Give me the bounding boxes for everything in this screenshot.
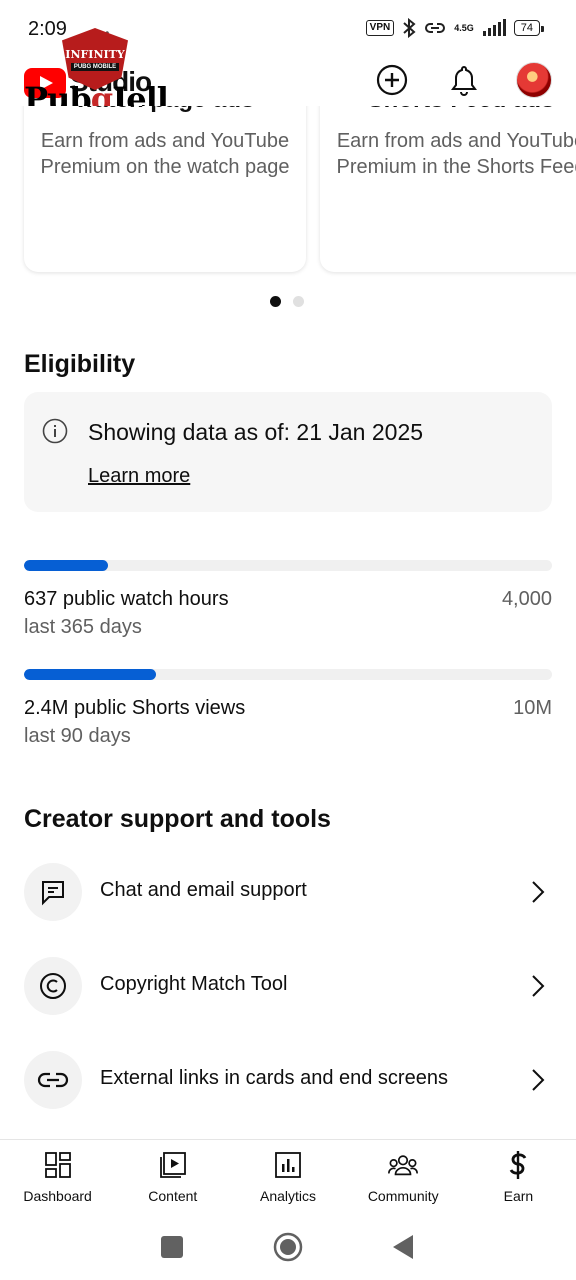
shorts-views-period: last 90 days bbox=[24, 725, 131, 747]
copyright-tool-row[interactable]: Copyright Match Tool bbox=[0, 947, 576, 1027]
studio-logo[interactable]: Studio PubgJell INFINITY PUBG MOBILE bbox=[24, 28, 169, 118]
nav-label: Community bbox=[367, 1188, 439, 1204]
watch-hours-label: 637 public watch hours bbox=[24, 588, 229, 610]
data-as-of-text: Showing data as of: 21 Jan 2025 bbox=[88, 419, 424, 445]
content-icon bbox=[159, 1152, 186, 1178]
tools-title: Creator support and tools bbox=[24, 805, 331, 833]
learn-more-link[interactable]: Learn more bbox=[88, 465, 190, 488]
eligibility-info-box: Showing data as of: 21 Jan 2025 Learn mo… bbox=[24, 392, 552, 512]
earn-icon bbox=[510, 1151, 527, 1179]
notifications-button[interactable] bbox=[446, 62, 482, 98]
back-icon[interactable] bbox=[393, 1234, 415, 1259]
bluetooth-icon bbox=[403, 18, 416, 38]
nav-label: Content bbox=[148, 1188, 198, 1204]
card-description: Earn from ads and YouTube Premium in the… bbox=[336, 130, 576, 178]
analytics-icon bbox=[275, 1152, 301, 1178]
carousel-dot[interactable] bbox=[293, 296, 304, 307]
nav-content[interactable]: Content bbox=[115, 1140, 230, 1213]
app-header: Studio PubgJell INFINITY PUBG MOBILE bbox=[0, 28, 576, 118]
card-title: Shorts Feed ads bbox=[320, 106, 576, 114]
info-icon bbox=[42, 418, 68, 444]
shorts-views-target: 10M bbox=[513, 697, 552, 719]
bottom-navigation: Dashboard Content Analytics Community Ea… bbox=[0, 1139, 576, 1213]
carousel-card[interactable]: watch page ads Earn from ads and YouTube… bbox=[24, 106, 306, 272]
shorts-views-progress-fill bbox=[24, 669, 156, 680]
tool-label: Chat and email support bbox=[100, 879, 307, 901]
system-navigation bbox=[0, 1213, 576, 1280]
recent-apps-icon[interactable] bbox=[161, 1235, 183, 1258]
network-type: 4.5G bbox=[454, 22, 474, 33]
watch-hours-progress-fill bbox=[24, 560, 109, 571]
copyright-icon bbox=[40, 973, 66, 999]
avatar[interactable] bbox=[516, 62, 552, 98]
watch-hours-period: last 365 days bbox=[24, 616, 142, 638]
battery-icon: 74 bbox=[513, 20, 545, 36]
vpn-icon: VPN bbox=[365, 20, 395, 36]
chevron-right-icon bbox=[532, 1069, 545, 1091]
home-icon[interactable] bbox=[273, 1232, 303, 1262]
shorts-views-label: 2.4M public Shorts views bbox=[24, 697, 246, 719]
carousel-card[interactable]: Shorts Feed ads Earn from ads and YouTub… bbox=[320, 106, 576, 272]
external-links-row[interactable]: External links in cards and end screens bbox=[0, 1041, 576, 1121]
chat-support-row[interactable]: Chat and email support bbox=[0, 853, 576, 933]
tool-label: External links in cards and end screens bbox=[100, 1067, 448, 1089]
card-description: Earn from ads and YouTube Premium on the… bbox=[40, 130, 290, 178]
nav-label: Analytics bbox=[259, 1188, 317, 1204]
nav-community[interactable]: Community bbox=[346, 1140, 461, 1213]
community-icon bbox=[388, 1155, 419, 1176]
link-status-icon bbox=[425, 23, 446, 33]
eligibility-title: Eligibility bbox=[24, 350, 136, 378]
carousel-dot-active[interactable] bbox=[270, 296, 281, 307]
chat-icon bbox=[42, 881, 64, 906]
nav-dashboard[interactable]: Dashboard bbox=[0, 1140, 115, 1213]
carousel-indicator bbox=[270, 296, 304, 307]
monetization-carousel[interactable]: watch page ads Earn from ads and YouTube… bbox=[0, 106, 576, 326]
create-button[interactable] bbox=[374, 62, 410, 98]
chevron-right-icon bbox=[532, 975, 545, 997]
create-icon bbox=[376, 64, 408, 96]
nav-label: Dashboard bbox=[23, 1188, 92, 1204]
nav-label: Earn bbox=[503, 1188, 534, 1204]
watch-hours-progress bbox=[24, 560, 552, 571]
card-title: watch page ads bbox=[24, 106, 306, 114]
link-icon bbox=[37, 1072, 69, 1088]
watch-hours-target: 4,000 bbox=[501, 588, 552, 610]
tool-label: Copyright Match Tool bbox=[100, 973, 288, 995]
dashboard-icon bbox=[44, 1152, 71, 1178]
signal-icon bbox=[482, 19, 506, 36]
notifications-icon bbox=[451, 65, 477, 96]
shorts-views-progress bbox=[24, 669, 552, 680]
status-icons: VPN 4.5G 74 bbox=[365, 18, 545, 38]
nav-analytics[interactable]: Analytics bbox=[230, 1140, 345, 1213]
chevron-right-icon bbox=[532, 881, 545, 903]
nav-earn[interactable]: Earn bbox=[461, 1140, 576, 1213]
status-time: 2:09 bbox=[28, 18, 67, 40]
